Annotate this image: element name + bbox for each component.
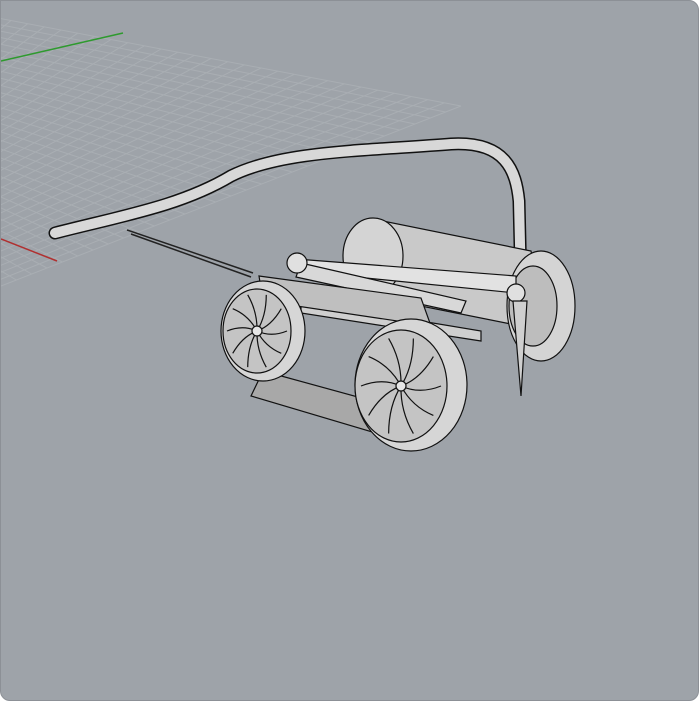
crawler-vehicle-model[interactable] xyxy=(48,137,576,452)
grid-line xyxy=(1,43,400,131)
grid-line xyxy=(1,35,95,99)
viewport-canvas[interactable] xyxy=(1,1,698,700)
wheel-hub xyxy=(395,380,407,392)
perspective-viewport[interactable] xyxy=(0,0,699,701)
grid-line xyxy=(1,30,431,119)
wheel-hub xyxy=(251,325,263,337)
antenna-wire-1 xyxy=(126,229,254,274)
grid-line xyxy=(1,50,385,137)
grid-line xyxy=(1,73,295,214)
linkage-joint xyxy=(286,252,308,274)
grid-line xyxy=(1,18,462,107)
antenna-wire-2 xyxy=(130,233,252,278)
arm-joint-right xyxy=(506,283,526,303)
